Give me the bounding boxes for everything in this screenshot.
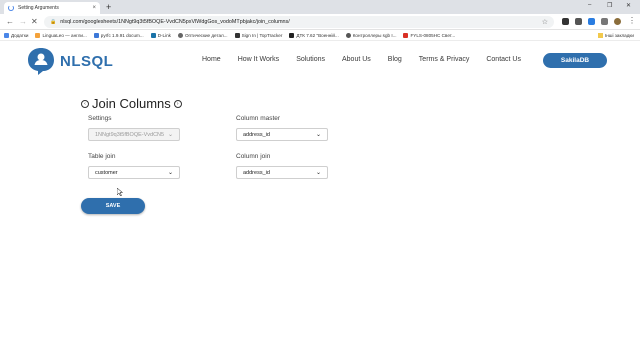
nav-contact-us[interactable]: Contact Us [486,56,521,63]
nav-solutions[interactable]: Solutions [296,56,325,63]
toptracker-icon [234,32,240,38]
tab-close-icon[interactable]: × [92,5,96,11]
extension-icon[interactable] [575,18,582,25]
doc-icon [93,32,99,38]
bookmark-item[interactable]: Оптические детал... [177,32,228,38]
folder-icon [597,33,603,38]
nav-how-it-works[interactable]: How It Works [238,56,280,63]
column-join-value: address_id [243,169,270,176]
settings-label: Settings [88,115,112,122]
lingualeo-icon [35,32,41,38]
extension-icon[interactable] [562,18,569,25]
extension-icon[interactable] [588,18,595,25]
bookmark-item[interactable]: Додатки [4,32,28,38]
logo-text: NLSQL [60,52,114,70]
browser-tabstrip: Setting Arguments × + – ❐ ✕ [0,0,640,14]
bookmarks-bar: Додатки LinguaLeo — англи... pyrfc 1.9.9… [0,30,640,41]
other-bookmarks[interactable]: Інші закладки [597,33,634,38]
back-icon[interactable]: ← [6,17,14,27]
chevron-down-icon: ⌄ [315,132,321,138]
bookmark-item[interactable]: Контроллеры sgb I... [345,32,396,38]
new-tab-button[interactable]: + [106,3,111,12]
table-join-label: Table join [88,153,116,160]
bookmark-item[interactable]: D-Link [150,32,171,38]
nav-about-us[interactable]: About Us [342,56,371,63]
bookmark-item[interactable]: LinguaLeo — англи... [35,32,87,38]
apps-icon [4,32,9,38]
bookmark-star-icon[interactable]: ☆ [542,18,548,26]
bookmark-item[interactable]: Sign In | TopTracker [234,32,282,38]
site-logo[interactable]: NLSQL [26,46,113,76]
globe-icon [177,32,183,38]
back-circle-icon[interactable]: ‹ [81,99,89,108]
globe-icon [345,32,351,38]
site-nav: Home How It Works Solutions About Us Blo… [202,56,538,63]
column-join-label: Column join [236,153,271,160]
logo-bubble-icon [26,46,56,76]
site-icon [289,32,295,38]
page-heading: ‹ Join Columns › [81,96,182,111]
table-join-select[interactable]: customer ⌄ [88,166,180,179]
forward-icon[interactable]: → [19,17,27,27]
maximize-icon[interactable]: ❐ [607,2,612,9]
tab-title: Setting Arguments [18,5,59,11]
nav-home[interactable]: Home [202,56,221,63]
sakiladb-button[interactable]: SakilaDB [543,53,607,68]
column-master-select[interactable]: address_id ⌄ [236,128,328,141]
save-button[interactable]: SAVE [81,198,145,214]
nav-terms-privacy[interactable]: Terms & Privacy [419,56,470,63]
bookmark-item[interactable]: pyrfc 1.9.91 docum... [93,32,144,38]
minimize-icon[interactable]: – [588,2,591,8]
column-master-label: Column master [236,115,281,122]
loading-spinner-icon [8,5,14,11]
avatar[interactable] [614,18,621,25]
bookmark-item[interactable]: ДТК 7.62 "Военній... [289,32,339,38]
table-join-value: customer [95,169,118,176]
column-master-value: address_id [243,131,270,138]
close-window-icon[interactable]: ✕ [626,2,631,9]
mouse-cursor-icon [117,188,123,196]
column-join-select[interactable]: address_id ⌄ [236,166,328,179]
chevron-down-icon: ⌄ [167,132,173,138]
stop-icon[interactable]: ✕ [31,17,38,27]
store-icon [403,32,409,38]
chevron-down-icon: ⌄ [315,170,321,176]
address-url: nlsql.com/googlesheets/1NNgt9q3t5fBOQE-V… [60,19,290,25]
address-bar[interactable]: 🔒 nlsql.com/googlesheets/1NNgt9q3t5fBOQE… [44,16,554,28]
settings-select: 1NNgt9q3t5fBOQE-VvdCN5 ⌄ [88,128,180,141]
next-circle-icon[interactable]: › [173,99,182,108]
browser-tab[interactable]: Setting Arguments × [4,2,100,14]
page-title: Join Columns [92,96,171,111]
dlink-icon [150,32,156,38]
browser-toolbar: ← → ✕ 🔒 nlsql.com/googlesheets/1NNgt9q3t… [0,14,640,30]
chevron-down-icon: ⌄ [167,170,173,176]
settings-value: 1NNgt9q3t5fBOQE-VvdCN5 [95,131,165,138]
lock-icon: 🔒 [50,19,57,25]
bookmark-item[interactable]: FYLS-0805HC Свет... [403,32,455,38]
extension-icon[interactable] [601,18,608,25]
nav-blog[interactable]: Blog [388,56,402,63]
menu-icon[interactable]: ⋮ [628,16,636,26]
